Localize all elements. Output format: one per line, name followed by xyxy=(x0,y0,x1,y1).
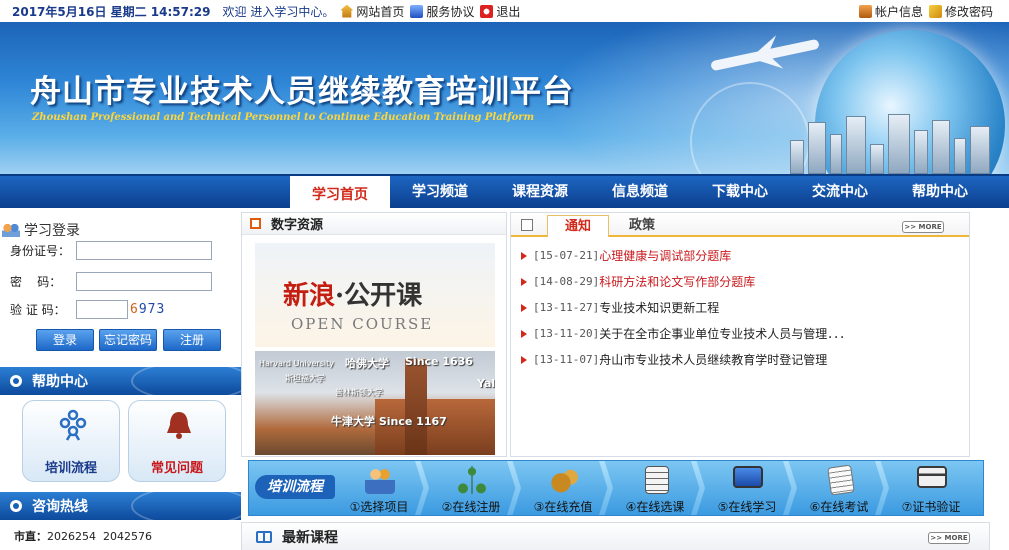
training-process-label: 培训流程 xyxy=(44,461,97,476)
nav-tab-info-channel[interactable]: 信息频道 xyxy=(592,176,688,208)
latest-courses-title: 最新课程 xyxy=(282,529,338,546)
university-courses-banner[interactable]: Harvard University 哈佛大学 Since 1636 斯坦福大学… xyxy=(255,351,495,455)
step-online-course-selection[interactable]: ④在线选课 xyxy=(611,463,699,515)
step-select-project[interactable]: ①选择项目 xyxy=(335,463,423,515)
notice-item[interactable]: [14-08-29] 科研方法和论文写作部分题库 xyxy=(521,273,755,290)
triangle-bullet-icon xyxy=(521,355,527,364)
user-icon xyxy=(858,4,872,18)
site-title: 舟山市专业技术人员继续教育培训平台 xyxy=(30,74,574,110)
triangle-bullet-icon xyxy=(521,277,527,286)
digital-resources-header: 数字资源 xyxy=(242,213,506,235)
exit-icon xyxy=(480,4,494,18)
help-center-panel: 培训流程 常见问题 xyxy=(0,395,241,488)
notice-item[interactable]: [15-07-21] 心理健康与调试部分题库 xyxy=(521,247,731,264)
id-label: 身份证号： xyxy=(10,244,71,258)
captcha-row: 验 证 码： 6973 xyxy=(10,300,165,319)
sina-open-course-banner[interactable]: 新浪·公开课 OPEN COURSE xyxy=(255,243,495,347)
logout-link[interactable]: 退出 xyxy=(480,3,520,20)
change-password-link[interactable]: 修改密码 xyxy=(928,3,993,20)
hotline-header: 咨询热线 xyxy=(0,492,241,520)
password-input[interactable] xyxy=(76,272,212,291)
network-icon xyxy=(457,466,487,494)
training-process-button[interactable]: 培训流程 xyxy=(22,400,120,482)
city-phone-numbers: 2026254 2042576 xyxy=(47,530,152,543)
knot-icon xyxy=(59,409,87,441)
users-icon xyxy=(2,223,20,237)
notice-item[interactable]: [13-11-20] 关于在全市企事业单位专业技术人员与管理．．． xyxy=(521,325,851,342)
tab-policy[interactable]: 政策 xyxy=(611,215,673,237)
money-bag-icon xyxy=(549,466,579,494)
document-icon xyxy=(410,4,424,18)
id-number-input[interactable] xyxy=(76,241,212,260)
monitor-icon xyxy=(733,466,763,488)
step-online-learning[interactable]: ⑤在线学习 xyxy=(703,463,791,515)
people-icon xyxy=(365,466,395,494)
step-online-register[interactable]: ②在线注册 xyxy=(427,463,515,515)
digital-resources-panel: 数字资源 新浪·公开课 OPEN COURSE Harvard Universi… xyxy=(241,212,507,457)
notices-more-button[interactable]: >> MORE xyxy=(902,221,944,233)
captcha-input[interactable] xyxy=(76,300,128,319)
site-banner: 舟山市专业技术人员继续教育培训平台 Zhoushan Professional … xyxy=(0,22,1009,174)
nav-tab-study-home[interactable]: 学习首页 xyxy=(290,176,390,208)
training-process-strip: 培训流程 ①选择项目 ②在线注册 ③在线充值 ④在线选课 ⑤在线学习 ⑥在线考试… xyxy=(248,460,984,516)
welcome-text: 欢迎 进入学习中心。 xyxy=(222,4,335,19)
main-nav: 学习首页 学习频道 课程资源 信息频道 下载中心 交流中心 帮助中心 xyxy=(0,174,1009,208)
faq-button[interactable]: 常见问题 xyxy=(128,400,226,482)
id-row: 身份证号： xyxy=(10,241,212,260)
password-row: 密 码： xyxy=(10,272,212,291)
bullet-icon xyxy=(10,500,22,512)
city-skyline-graphic xyxy=(780,114,1009,174)
account-info-link[interactable]: 帐户信息 xyxy=(858,3,923,20)
service-agreement-link[interactable]: 服务协议 xyxy=(410,3,474,20)
faq-label: 常见问题 xyxy=(150,461,203,476)
password-label: 密 码： xyxy=(10,275,62,289)
captcha-label: 验 证 码： xyxy=(10,303,66,317)
bell-icon xyxy=(167,412,191,439)
datetime-text: 2017年5月16日 星期二 14:57:29 xyxy=(12,4,211,19)
register-button[interactable]: 注册 xyxy=(163,329,221,351)
top-info-bar: 2017年5月16日 星期二 14:57:29 欢迎 进入学习中心。 网站首页 … xyxy=(0,0,1009,22)
home-link[interactable]: 网站首页 xyxy=(340,3,404,20)
city-label: 市直： xyxy=(14,530,47,543)
step-certificate-verification[interactable]: ⑦证书验证 xyxy=(887,463,975,515)
home-icon xyxy=(340,4,354,18)
nav-tab-course-resources[interactable]: 课程资源 xyxy=(490,176,590,208)
notice-item[interactable]: [13-11-27] 专业技术知识更新工程 xyxy=(521,299,719,316)
nav-tab-study-channel[interactable]: 学习频道 xyxy=(392,176,488,208)
step-online-exam[interactable]: ⑥在线考试 xyxy=(795,463,883,515)
login-button[interactable]: 登录 xyxy=(36,329,94,351)
checklist-icon xyxy=(645,466,669,494)
help-center-header: 帮助中心 xyxy=(0,367,241,395)
login-header: 学习登录 xyxy=(0,219,241,241)
nav-tab-download-center[interactable]: 下载中心 xyxy=(690,176,790,208)
edit-icon xyxy=(928,4,942,18)
triangle-bullet-icon xyxy=(521,303,527,312)
exam-paper-icon xyxy=(827,464,855,496)
step-online-recharge[interactable]: ③在线充值 xyxy=(519,463,607,515)
book-icon xyxy=(256,530,272,543)
courses-more-button[interactable]: >> MORE xyxy=(928,532,970,544)
latest-courses-header: 最新课程 >> MORE xyxy=(241,522,990,550)
bullet-icon xyxy=(10,375,22,387)
captcha-image[interactable]: 6973 xyxy=(130,302,165,317)
notice-board-icon xyxy=(521,219,533,231)
notices-panel: 通知 政策 >> MORE [15-07-21] 心理健康与调试部分题库 [14-… xyxy=(510,212,970,457)
forgot-password-button[interactable]: 忘记密码 xyxy=(99,329,157,351)
process-label: 培训流程 xyxy=(255,475,335,499)
login-title: 学习登录 xyxy=(24,223,80,239)
triangle-bullet-icon xyxy=(521,329,527,338)
nav-tab-help-center[interactable]: 帮助中心 xyxy=(890,176,990,208)
notice-item[interactable]: [13-11-07] 舟山市专业技术人员继续教育学时登记管理 xyxy=(521,351,827,368)
certificate-icon xyxy=(917,466,947,488)
site-title-english: Zhoushan Professional and Technical Pers… xyxy=(32,112,535,123)
nav-tab-exchange-center[interactable]: 交流中心 xyxy=(790,176,890,208)
hotline-numbers: 市直：2026254 2042576 xyxy=(14,528,152,544)
tab-notices[interactable]: 通知 xyxy=(547,215,609,237)
triangle-bullet-icon xyxy=(521,251,527,260)
square-bullet-icon xyxy=(250,218,261,229)
notices-header: 通知 政策 >> MORE xyxy=(511,213,969,237)
